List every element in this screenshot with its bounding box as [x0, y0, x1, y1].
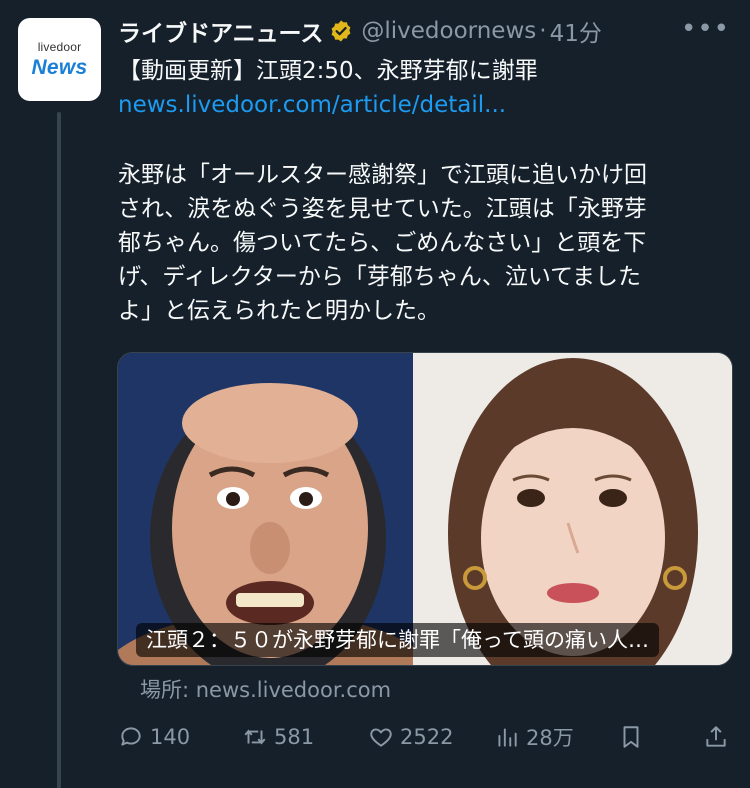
- handle[interactable]: @livedoornews: [361, 18, 536, 44]
- body-line: げ、ディレクターから「芽郁ちゃん、泣いてました: [118, 264, 642, 290]
- avatar-brand-small: livedoor: [37, 39, 82, 54]
- heart-icon: [370, 728, 392, 747]
- retweet-button[interactable]: 581: [242, 718, 314, 756]
- avatar[interactable]: livedoor News: [18, 18, 101, 101]
- card-title: 江頭２：５０が永野芽郁に謝罪「俺って頭の痛い人…: [136, 623, 659, 657]
- share-button[interactable]: [703, 718, 735, 756]
- action-bar: 140 581 2522 28万: [118, 718, 738, 756]
- card-photo-left: [118, 353, 413, 665]
- display-name[interactable]: ライブドアニュース: [118, 14, 323, 48]
- body-line: され、涙をぬぐう姿を見せていた。江頭は「永野芽: [118, 196, 647, 222]
- separator-dot: ·: [539, 18, 547, 44]
- card-photo-right: [413, 353, 732, 665]
- tweet-header: ライブドアニュース @livedoornews · 41分 •••: [118, 14, 738, 48]
- verified-badge-icon[interactable]: [329, 19, 353, 43]
- body-line: 郁ちゃん。傷ついてたら、ごめんなさい」と頭を下: [118, 230, 647, 256]
- views-icon: [498, 728, 517, 747]
- timestamp[interactable]: 41分: [550, 14, 602, 48]
- tweet-body: 永野は「オールスター感謝祭」で江頭に追いかけ回 され、涙をぬぐう姿を見せていた。…: [118, 158, 730, 328]
- bookmark-button[interactable]: [618, 718, 650, 756]
- like-button[interactable]: 2522: [368, 718, 453, 756]
- body-line: 永野は「オールスター感謝祭」で江頭に追いかけ回: [118, 162, 647, 188]
- bookmark-icon: [623, 726, 639, 748]
- card-source[interactable]: 場所: news.livedoor.com: [140, 674, 391, 704]
- tweet[interactable]: livedoor News ライブドアニュース @livedoornews · …: [0, 0, 750, 788]
- retweet-count: 581: [274, 725, 315, 749]
- reply-icon: [121, 727, 141, 746]
- body-line: よ」と伝えられたと明かした。: [118, 298, 440, 324]
- share-icon: [706, 726, 726, 747]
- like-count: 2522: [400, 725, 454, 749]
- thread-line: [57, 112, 61, 788]
- reply-count: 140: [150, 725, 191, 749]
- article-link[interactable]: news.livedoor.com/article/detail...: [118, 88, 738, 122]
- link-card[interactable]: 江頭２：５０が永野芽郁に謝罪「俺って頭の痛い人…: [117, 352, 733, 666]
- views-count: 28万: [526, 726, 574, 750]
- tweet-headline: 【動画更新】江頭2:50、永野芽郁に謝罪: [118, 58, 538, 84]
- reply-button[interactable]: 140: [118, 718, 190, 756]
- retweet-icon: [244, 729, 266, 745]
- avatar-brand-big: News: [31, 55, 88, 79]
- views-button[interactable]: 28万: [494, 718, 574, 756]
- more-icon[interactable]: •••: [681, 14, 730, 44]
